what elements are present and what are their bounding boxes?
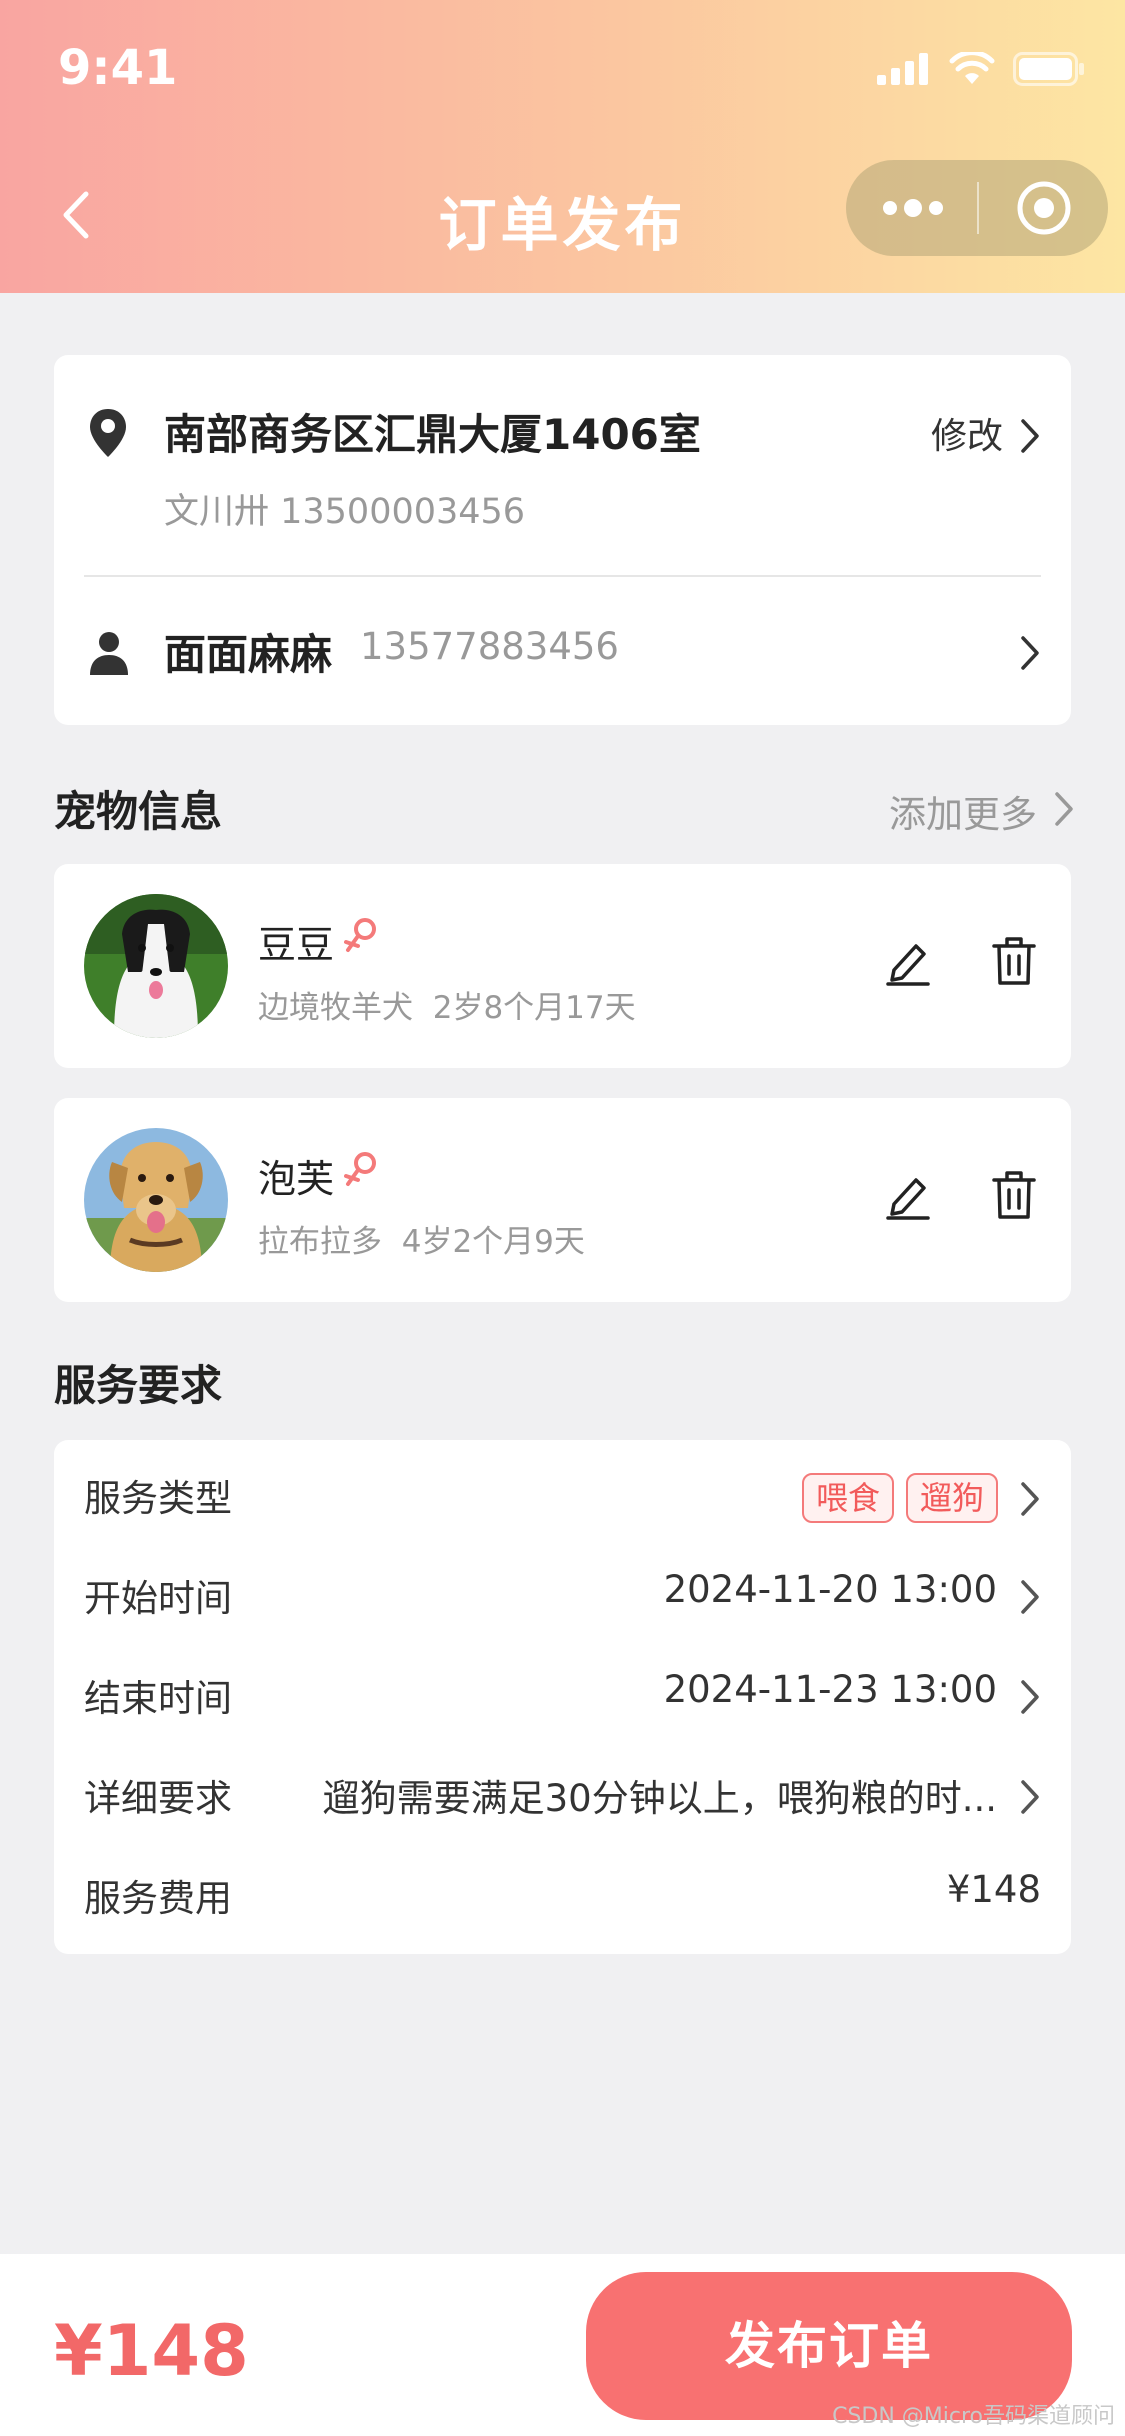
edit-icon[interactable] [886,1172,930,1220]
bottom-bar: ¥148 发布订单 CSDN @Micro吾码渠道顾问 [0,2254,1125,2436]
address-card: 南部商务区汇鼎大厦1406室 文川卅 13500003456 修改 面面麻麻 1… [54,355,1071,725]
service-tag: 喂食 [802,1473,894,1523]
capsule-divider [977,182,979,234]
service-type-row[interactable]: 服务类型 喂食 遛狗 [54,1440,1071,1540]
chevron-right-icon[interactable] [1019,1480,1041,1518]
delete-icon[interactable] [992,936,1036,986]
detail-requirement-row[interactable]: 详细要求 遛狗需要满足30分钟以上，喂狗粮的时... [54,1740,1071,1840]
mini-program-capsule [846,160,1108,256]
pet-meta: 边境牧羊犬 2岁8个月17天 [258,982,636,1027]
total-price: ¥148 [54,2310,249,2392]
watermark: CSDN @Micro吾码渠道顾问 [832,2404,1115,2429]
pet-card[interactable]: 泡芙 拉布拉多 4岁2个月9天 [54,1098,1071,1302]
delete-icon[interactable] [992,1170,1036,1220]
contact-phone: 13577883456 [360,625,619,668]
contact-name: 面面麻麻 [164,630,333,679]
user-icon [90,632,128,675]
chevron-right-icon[interactable] [1019,1678,1041,1716]
address-text: 南部商务区汇鼎大厦1406室 [164,410,701,459]
pet-name: 豆豆 [258,923,335,967]
wifi-icon [949,52,995,84]
female-icon [344,1152,376,1186]
detail-requirement-value: 遛狗需要满足30分钟以上，喂狗粮的时... [322,1777,997,1820]
service-type-label: 服务类型 [84,1477,232,1520]
edit-icon[interactable] [886,938,930,986]
labrador-image [84,1128,228,1272]
start-time-value: 2024-11-20 13:00 [663,1568,997,1611]
female-icon [344,918,376,952]
address-contact: 文川卅 13500003456 [164,492,526,532]
pet-meta: 拉布拉多 4岁2个月9天 [258,1216,585,1261]
service-section-title: 服务要求 [54,1361,223,1410]
service-tag: 遛狗 [906,1473,998,1523]
pet-age: 4岁2个月9天 [401,1224,585,1260]
chevron-right-icon[interactable] [1019,417,1041,455]
pet-breed: 边境牧羊犬 [258,990,413,1026]
battery-icon [1013,52,1084,86]
nav-bar: 订单发布 [0,160,1125,270]
service-fee-label: 服务费用 [84,1877,232,1920]
start-time-label: 开始时间 [84,1577,232,1620]
service-fee-row: 服务费用 ¥148 [54,1840,1071,1940]
chevron-right-icon[interactable] [1019,1778,1041,1816]
edit-address-link[interactable]: 修改 [931,407,1003,459]
service-fee-value: ¥148 [946,1868,1041,1911]
chevron-right-icon[interactable] [1019,1578,1041,1616]
divider [84,575,1041,577]
pet-avatar [84,894,228,1038]
pet-avatar [84,1128,228,1272]
chevron-right-icon[interactable] [1019,634,1041,672]
pet-breed: 拉布拉多 [258,1224,382,1260]
header: 9:41 订单发布 [0,0,1125,293]
pet-age: 2岁8个月17天 [432,990,636,1026]
end-time-row[interactable]: 结束时间 2024-11-23 13:00 [54,1640,1071,1740]
status-time: 9:41 [58,40,178,96]
start-time-row[interactable]: 开始时间 2024-11-20 13:00 [54,1540,1071,1640]
status-icons [877,52,1085,86]
end-time-label: 结束时间 [84,1677,232,1720]
pet-card[interactable]: 豆豆 边境牧羊犬 2岁8个月17天 [54,864,1071,1068]
end-time-value: 2024-11-23 13:00 [663,1668,997,1711]
location-pin-icon [90,409,126,457]
status-bar: 9:41 [0,0,1125,132]
border-collie-image [84,894,228,1038]
service-card: 服务类型 喂食 遛狗 开始时间 2024-11-20 13:00 结束时间 20… [54,1440,1071,1954]
pets-section-title: 宠物信息 [54,787,223,836]
chevron-right-icon[interactable] [1053,790,1075,828]
add-more-link[interactable]: 添加更多 [889,784,1037,838]
pet-name: 泡芙 [258,1157,335,1201]
more-icon[interactable] [880,188,946,228]
detail-requirement-label: 详细要求 [84,1777,232,1820]
signal-icon [877,53,928,85]
close-target-icon[interactable] [1014,178,1074,238]
